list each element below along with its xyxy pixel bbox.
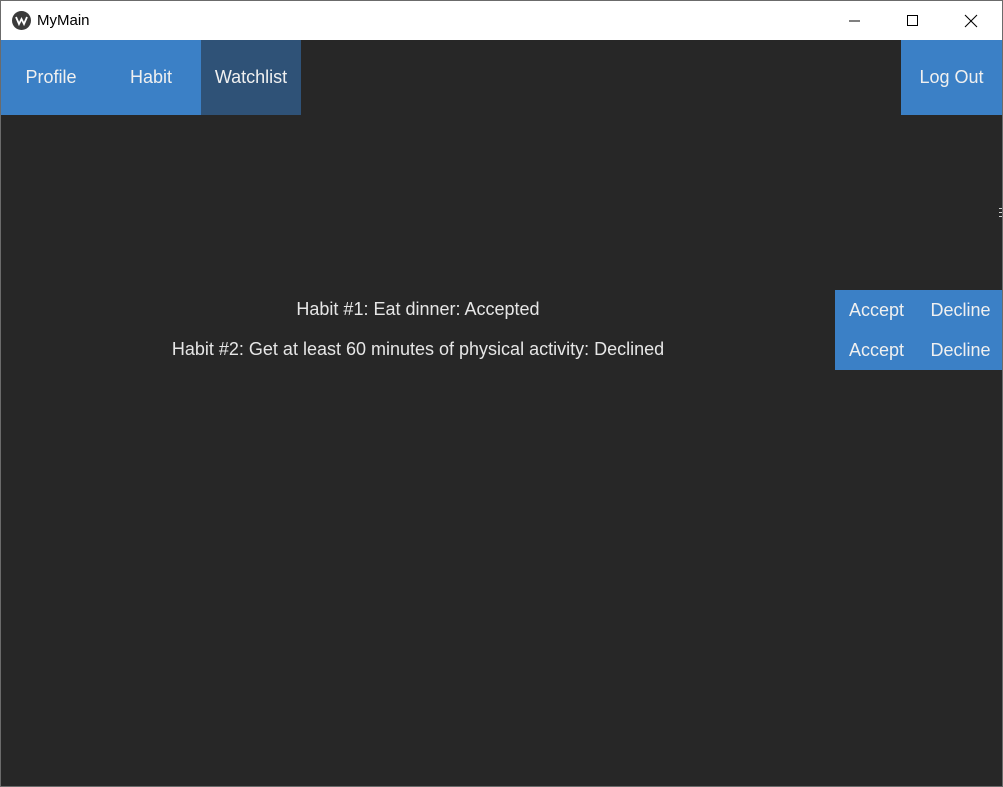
habit-status-1: Habit #1: Eat dinner: Accepted xyxy=(296,299,540,319)
nav-habit-button[interactable]: Habit xyxy=(101,40,201,115)
maximize-button[interactable] xyxy=(884,1,942,40)
decline-button-habit-1[interactable]: Decline xyxy=(919,290,1002,330)
main-content: Profile Habit Watchlist Log Out Habit #1… xyxy=(1,40,1002,786)
window-title: MyMain xyxy=(37,12,90,29)
title-bar[interactable]: MyMain xyxy=(1,1,1002,40)
edge-artifact xyxy=(999,208,1002,238)
accept-button-habit-2[interactable]: Accept xyxy=(835,330,918,370)
logout-button[interactable]: Log Out xyxy=(901,40,1002,115)
nav-watchlist-button[interactable]: Watchlist xyxy=(201,40,301,115)
decline-button-habit-2[interactable]: Decline xyxy=(919,330,1002,370)
minimize-icon xyxy=(849,20,860,21)
accept-button-habit-1[interactable]: Accept xyxy=(835,290,918,330)
kivy-logo-icon xyxy=(15,16,28,26)
close-button[interactable] xyxy=(942,1,1000,40)
maximize-icon xyxy=(907,14,918,26)
close-icon xyxy=(964,14,978,27)
nav-profile-button[interactable]: Profile xyxy=(1,40,101,115)
habit-status-2: Habit #2: Get at least 60 minutes of phy… xyxy=(171,339,665,359)
minimize-button[interactable] xyxy=(826,1,884,40)
habit-actions-panel: Accept Decline Accept Decline xyxy=(835,290,1002,370)
navbar: Profile Habit Watchlist Log Out xyxy=(1,40,1002,115)
app-window: MyMain Profile Habit Watchlist Log Out H… xyxy=(0,0,1003,787)
kivy-app-icon xyxy=(12,11,31,30)
